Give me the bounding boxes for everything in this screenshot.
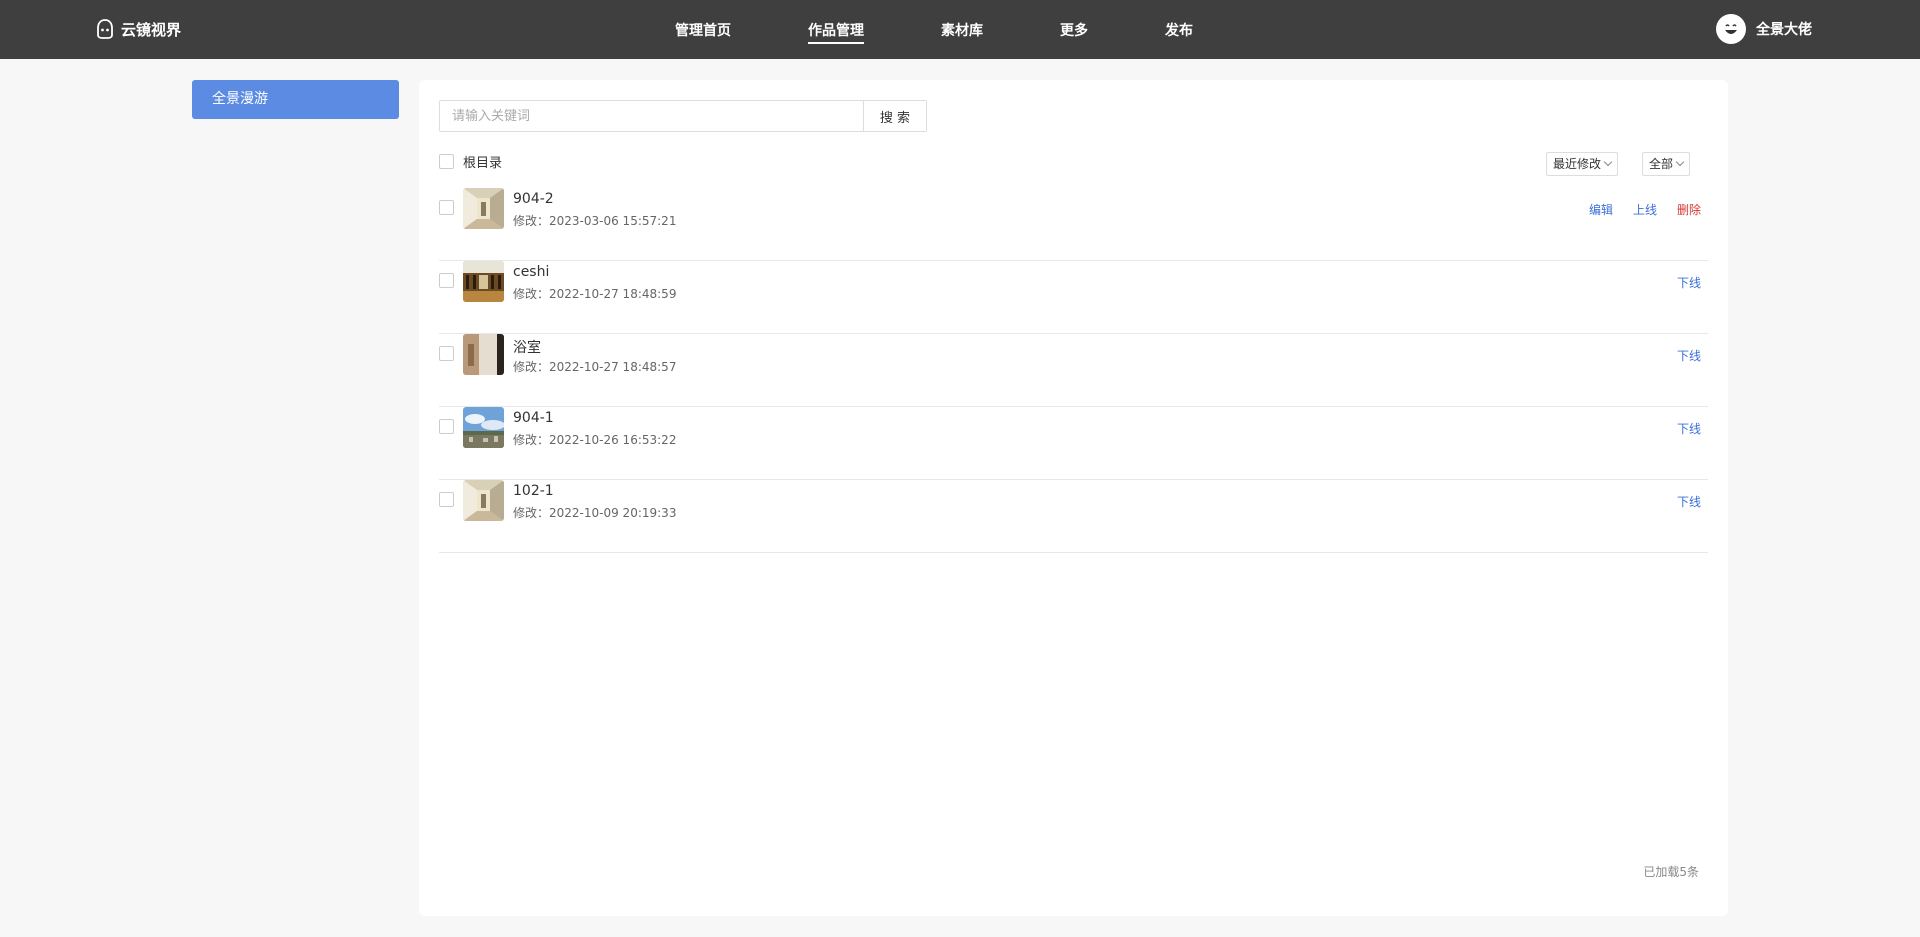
thumbnail-bathroom: [463, 334, 504, 375]
filter-dropdown[interactable]: 全部: [1642, 152, 1691, 176]
top-navbar: 云镜视界 管理首页 作品管理 素材库 更多 发布 全景大佬: [0, 0, 1920, 59]
row-checkbox[interactable]: [439, 492, 454, 507]
thumbnail-sky: [463, 407, 504, 448]
sort-dropdown[interactable]: 最近修改: [1546, 152, 1619, 176]
item-modified-time: 修改：2022-10-26 16:53:22: [513, 433, 677, 447]
take-offline-link[interactable]: 下线: [1677, 274, 1701, 291]
take-offline-link[interactable]: 下线: [1677, 420, 1701, 437]
content-panel: 搜 索 根目录 最近修改 全部 904-2 修改：2023-03-06 15:5…: [419, 80, 1728, 916]
search-input[interactable]: [439, 100, 864, 132]
user-name: 全景大佬: [1756, 22, 1812, 38]
select-all-checkbox[interactable]: [439, 154, 454, 169]
take-offline-link[interactable]: 下线: [1677, 493, 1701, 510]
delete-link[interactable]: 删除: [1677, 201, 1701, 218]
row-actions: 下线: [1677, 274, 1701, 291]
row-actions: 下线: [1677, 493, 1701, 510]
item-modified-time: 修改：2023-03-06 15:57:21: [513, 214, 677, 228]
row-actions: 下线: [1677, 347, 1701, 364]
filter-dropdown-label: 全部: [1649, 157, 1674, 171]
item-title[interactable]: 904-1: [513, 410, 554, 426]
user-menu[interactable]: 全景大佬: [1716, 14, 1812, 44]
sidebar-item-panorama-tour[interactable]: 全景漫游: [192, 80, 399, 119]
list-item[interactable]: 102-1 修改：2022-10-09 20:19:33 下线: [439, 480, 1708, 553]
list-item[interactable]: ceshi 修改：2022-10-27 18:48:59 下线: [439, 261, 1708, 334]
publish-online-link[interactable]: 上线: [1633, 201, 1657, 218]
main-nav: 管理首页 作品管理 素材库 更多 发布: [0, 0, 1920, 59]
nav-item-dashboard[interactable]: 管理首页: [675, 20, 731, 42]
item-title[interactable]: ceshi: [513, 264, 549, 280]
row-actions: 编辑 上线 删除: [1589, 201, 1701, 218]
list-item[interactable]: 浴室 修改：2022-10-27 18:48:57 下线: [439, 334, 1708, 407]
list-item[interactable]: 904-1 修改：2022-10-26 16:53:22 下线: [439, 407, 1708, 480]
row-checkbox[interactable]: [439, 200, 454, 215]
item-title[interactable]: 102-1: [513, 483, 554, 499]
row-checkbox[interactable]: [439, 419, 454, 434]
sort-dropdown-label: 最近修改: [1553, 157, 1602, 171]
search-button[interactable]: 搜 索: [863, 100, 927, 132]
nav-item-works[interactable]: 作品管理: [808, 20, 864, 44]
thumbnail-hallway: [463, 188, 504, 229]
thumbnail-library: [463, 261, 504, 302]
smiley-avatar-icon: [1716, 14, 1746, 44]
item-title[interactable]: 904-2: [513, 191, 554, 207]
loaded-count-text: 已加载5条: [1643, 865, 1699, 879]
row-actions: 下线: [1677, 420, 1701, 437]
root-directory-label: 根目录: [463, 156, 503, 171]
chevron-down-icon: [1675, 157, 1685, 167]
chevron-down-icon: [1603, 157, 1613, 167]
nav-item-publish[interactable]: 发布: [1165, 20, 1193, 42]
item-modified-time: 修改：2022-10-27 18:48:59: [513, 287, 677, 301]
item-title[interactable]: 浴室: [513, 337, 541, 357]
edit-link[interactable]: 编辑: [1589, 201, 1613, 218]
item-modified-time: 修改：2022-10-27 18:48:57: [513, 360, 677, 374]
thumbnail-hallway: [463, 480, 504, 521]
nav-item-assets[interactable]: 素材库: [941, 20, 983, 42]
item-modified-time: 修改：2022-10-09 20:19:33: [513, 506, 677, 520]
nav-item-more[interactable]: 更多: [1060, 20, 1088, 42]
list-item[interactable]: 904-2 修改：2023-03-06 15:57:21 编辑 上线 删除: [439, 188, 1708, 261]
row-checkbox[interactable]: [439, 346, 454, 361]
take-offline-link[interactable]: 下线: [1677, 347, 1701, 364]
row-checkbox[interactable]: [439, 273, 454, 288]
